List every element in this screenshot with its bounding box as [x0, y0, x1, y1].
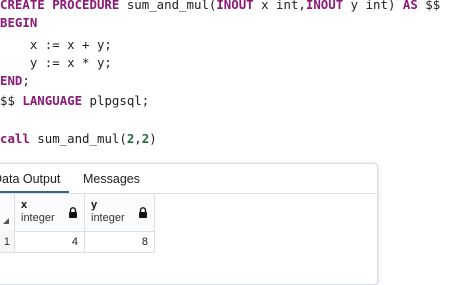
keyword-begin: BEGIN [0, 15, 38, 30]
column-name: y [91, 199, 98, 211]
column-header-y[interactable]: y integer [85, 194, 155, 232]
keyword-create-procedure: CREATE PROCEDURE [0, 0, 120, 12]
code-line-8: call sum_and_mul(2,2) [0, 130, 157, 148]
dollar-quote: $$ [417, 0, 441, 12]
keyword-end: END [0, 73, 23, 88]
code-line-1: CREATE PROCEDURE sum_and_mul(INOUT x int… [0, 0, 440, 14]
result-grid: x integer y integer 1 4 8 [0, 194, 377, 284]
tab-data-output[interactable]: Data Output [0, 172, 60, 186]
semicolon: ; [22, 73, 30, 88]
code-line-4: y := x * y; [0, 55, 112, 70]
comma: , [134, 131, 142, 146]
results-panel: Data Output Messages x integer y integer [0, 163, 378, 285]
cell-x[interactable]: 4 [15, 231, 85, 253]
procedure-name: sum_and_mul( [119, 0, 217, 12]
sql-editor[interactable]: CREATE PROCEDURE sum_and_mul(INOUT x int… [0, 0, 461, 160]
code-line-5: END; [0, 72, 30, 90]
column-type: integer [21, 212, 55, 224]
procedure-call-name: sum_and_mul( [29, 131, 127, 146]
dollar-quote: $$ [0, 93, 23, 108]
code-line-2: BEGIN [0, 14, 37, 32]
tab-messages[interactable]: Messages [83, 172, 140, 186]
active-tab-indicator [0, 191, 69, 193]
keyword-language: LANGUAGE [22, 93, 83, 108]
code-line-6: $$ LANGUAGE plpgsql; [0, 92, 149, 110]
grid-header-row: x integer y integer [0, 194, 377, 232]
param-y: y int) [343, 0, 403, 12]
keyword-inout: INOUT [216, 0, 254, 12]
code-line-3: x := x + y; [0, 37, 112, 52]
lock-icon [139, 207, 147, 218]
lock-icon [69, 207, 77, 218]
column-name: x [21, 199, 28, 211]
row-number[interactable]: 1 [0, 231, 15, 253]
close-paren: ) [149, 131, 157, 146]
param-x: x int, [253, 0, 306, 12]
table-row[interactable]: 1 4 8 [0, 231, 377, 253]
row-number-header[interactable] [0, 194, 15, 232]
cell-y[interactable]: 8 [85, 231, 155, 253]
keyword-inout: INOUT [305, 0, 344, 12]
language-name: plpgsql; [82, 93, 150, 108]
column-type: integer [91, 212, 125, 224]
keyword-as: AS [402, 0, 418, 12]
keyword-call: call [0, 131, 30, 146]
results-tabs: Data Output Messages [0, 164, 377, 194]
sort-corner-icon [3, 218, 9, 224]
column-header-x[interactable]: x integer [15, 194, 85, 232]
